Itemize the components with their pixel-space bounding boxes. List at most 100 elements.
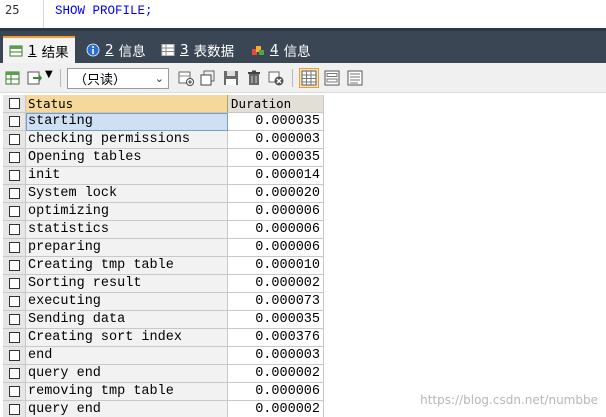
chevron-down-icon[interactable]: ▼ (45, 69, 53, 80)
column-header-duration[interactable]: Duration (228, 95, 324, 113)
row-checkbox[interactable] (3, 185, 26, 203)
delete-icon[interactable] (246, 70, 262, 86)
tab-label: 表数据 (193, 44, 235, 60)
duration-cell[interactable]: 0.000003 (228, 131, 324, 149)
table-row[interactable]: preparing 0.000006 (3, 239, 324, 257)
table-row[interactable]: init 0.000014 (3, 167, 324, 185)
result-grid[interactable]: Status Duration starting 0.000035 checking… (3, 95, 324, 417)
duration-cell[interactable]: 0.000035 (228, 311, 324, 329)
tab-number: 4 (270, 42, 279, 58)
duration-cell[interactable]: 0.000073 (228, 293, 324, 311)
status-cell[interactable]: query end (26, 401, 228, 417)
table-row[interactable]: executing 0.000073 (3, 293, 324, 311)
status-cell[interactable]: executing (26, 293, 228, 311)
row-checkbox[interactable] (3, 113, 26, 131)
text-view-button[interactable] (345, 68, 365, 88)
export-grid-icon[interactable] (5, 70, 21, 86)
duration-cell[interactable]: 0.000006 (228, 203, 324, 221)
sql-editor[interactable]: 25 SHOW PROFILE; (0, 0, 606, 28)
table-row[interactable]: optimizing 0.000006 (3, 203, 324, 221)
duration-cell[interactable]: 0.000006 (228, 221, 324, 239)
duration-cell[interactable]: 0.000003 (228, 347, 324, 365)
table-row[interactable]: removing tmp table 0.000006 (3, 383, 324, 401)
table-row[interactable]: checking permissions 0.000003 (3, 131, 324, 149)
tab-table-data-3[interactable]: 3 表数据 (155, 37, 240, 63)
status-cell[interactable]: removing tmp table (26, 383, 228, 401)
grid-header-row: Status Duration (3, 95, 324, 113)
duration-cell[interactable]: 0.000006 (228, 383, 324, 401)
table-row[interactable]: Sending data 0.000035 (3, 311, 324, 329)
status-cell[interactable]: init (26, 167, 228, 185)
status-cell[interactable]: preparing (26, 239, 228, 257)
save-icon[interactable] (223, 70, 239, 86)
form-view-button[interactable] (322, 68, 342, 88)
tab-number: 2 (105, 42, 114, 58)
row-checkbox[interactable] (3, 311, 26, 329)
result-tab-bar: 1 结果 2 信息 3 表数据 4 信息 (0, 28, 606, 63)
tab-info-2[interactable]: 2 信息 (80, 37, 152, 63)
duration-cell[interactable]: 0.000006 (228, 239, 324, 257)
status-cell[interactable]: Creating tmp table (26, 257, 228, 275)
watermark: https://blog.csdn.net/numbbe (420, 393, 598, 407)
status-cell[interactable]: Creating sort index (26, 329, 228, 347)
status-cell[interactable]: end (26, 347, 228, 365)
table-row[interactable]: end 0.000003 (3, 347, 324, 365)
status-cell[interactable]: starting (26, 113, 228, 131)
table-row[interactable]: Creating tmp table 0.000010 (3, 257, 324, 275)
row-checkbox[interactable] (3, 347, 26, 365)
table-row[interactable]: query end 0.000002 (3, 401, 324, 417)
toolbar-divider (292, 69, 293, 87)
duration-cell[interactable]: 0.000035 (228, 149, 324, 167)
duration-cell[interactable]: 0.000014 (228, 167, 324, 185)
duration-cell[interactable]: 0.000035 (228, 113, 324, 131)
table-row[interactable]: statistics 0.000006 (3, 221, 324, 239)
table-row[interactable]: Creating sort index 0.000376 (3, 329, 324, 347)
tab-info-4[interactable]: 4 信息 (245, 37, 317, 63)
duration-cell[interactable]: 0.000002 (228, 365, 324, 383)
row-checkbox[interactable] (3, 275, 26, 293)
select-all-checkbox[interactable] (3, 95, 26, 113)
status-cell[interactable]: checking permissions (26, 131, 228, 149)
row-checkbox[interactable] (3, 131, 26, 149)
row-checkbox[interactable] (3, 149, 26, 167)
duration-cell[interactable]: 0.000010 (228, 257, 324, 275)
table-row[interactable]: System lock 0.000020 (3, 185, 324, 203)
status-cell[interactable]: Sending data (26, 311, 228, 329)
add-row-icon[interactable] (178, 70, 194, 86)
row-checkbox[interactable] (3, 383, 26, 401)
row-checkbox[interactable] (3, 221, 26, 239)
table-data-icon (161, 44, 175, 56)
edit-mode-select[interactable]: （只读） ⌄ (67, 68, 169, 89)
row-checkbox[interactable] (3, 239, 26, 257)
duration-cell[interactable]: 0.000020 (228, 185, 324, 203)
status-cell[interactable]: Opening tables (26, 149, 228, 167)
column-header-status[interactable]: Status (26, 95, 228, 113)
duration-cell[interactable]: 0.000002 (228, 275, 324, 293)
table-row[interactable]: starting 0.000035 (3, 113, 324, 131)
status-cell[interactable]: optimizing (26, 203, 228, 221)
table-row[interactable]: Opening tables 0.000035 (3, 149, 324, 167)
duplicate-row-icon[interactable] (200, 70, 216, 86)
sql-statement[interactable]: SHOW PROFILE; (55, 4, 153, 18)
duration-cell[interactable]: 0.000002 (228, 401, 324, 417)
duration-cell[interactable]: 0.000376 (228, 329, 324, 347)
row-checkbox[interactable] (3, 329, 26, 347)
row-checkbox[interactable] (3, 203, 26, 221)
row-checkbox[interactable] (3, 401, 26, 417)
row-checkbox[interactable] (3, 167, 26, 185)
row-checkbox[interactable] (3, 257, 26, 275)
cancel-icon[interactable] (268, 70, 284, 86)
toolbar-divider (60, 69, 61, 87)
table-row[interactable]: Sorting result 0.000002 (3, 275, 324, 293)
status-cell[interactable]: Sorting result (26, 275, 228, 293)
status-cell[interactable]: query end (26, 365, 228, 383)
row-checkbox[interactable] (3, 365, 26, 383)
status-cell[interactable]: System lock (26, 185, 228, 203)
chevron-down-icon: ⌄ (154, 72, 164, 85)
tab-result-1[interactable]: 1 结果 (3, 36, 75, 63)
row-checkbox[interactable] (3, 293, 26, 311)
grid-view-button[interactable] (299, 68, 319, 88)
status-cell[interactable]: statistics (26, 221, 228, 239)
export-dropdown-icon[interactable] (27, 70, 43, 86)
table-row[interactable]: query end 0.000002 (3, 365, 324, 383)
